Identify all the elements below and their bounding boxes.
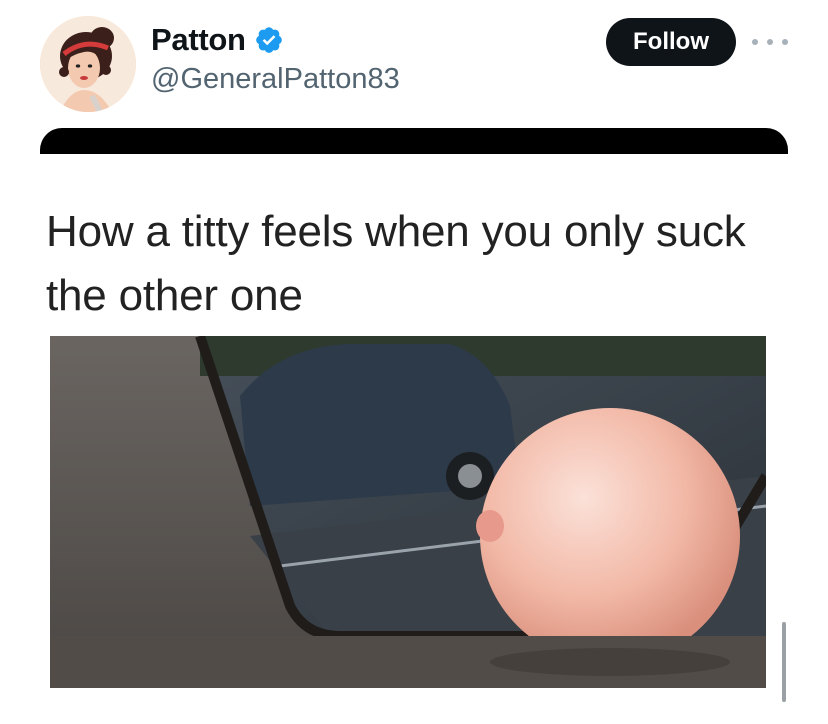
author-avatar[interactable] bbox=[40, 16, 136, 112]
author-handle[interactable]: @GeneralPatton83 bbox=[151, 63, 400, 96]
more-dot bbox=[752, 39, 758, 45]
scrollbar[interactable] bbox=[782, 622, 786, 702]
media-top-bar bbox=[40, 128, 788, 154]
post-media[interactable]: How a titty feels when you only suck the… bbox=[40, 128, 788, 724]
tweet-card: Patton @GeneralPatton83 Follow How a tit… bbox=[0, 0, 828, 724]
author-name-row: Patton bbox=[151, 22, 284, 58]
avatar-image bbox=[40, 16, 136, 112]
more-dot bbox=[782, 39, 788, 45]
verified-badge-icon bbox=[254, 25, 284, 55]
meme-caption: How a titty feels when you only suck the… bbox=[46, 207, 746, 320]
follow-button[interactable]: Follow bbox=[606, 18, 736, 66]
more-dot bbox=[767, 39, 773, 45]
meme-photo bbox=[50, 336, 766, 688]
author-display-name[interactable]: Patton bbox=[151, 22, 246, 58]
more-options-icon[interactable] bbox=[752, 30, 788, 54]
